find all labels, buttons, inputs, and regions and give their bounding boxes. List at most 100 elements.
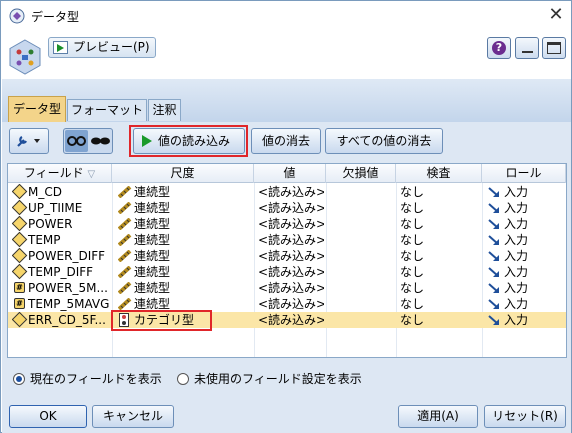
column-header-check[interactable]: 検査	[396, 164, 482, 183]
cell-missing[interactable]	[326, 280, 396, 296]
table-row[interactable]: TEMP_DIFF 連続型 <読み込み> なし 入力	[8, 264, 566, 280]
tab-annotations[interactable]: 注釈	[148, 99, 181, 121]
cell-missing[interactable]	[326, 264, 396, 280]
column-header-role[interactable]: ロール	[482, 164, 566, 183]
cell-values[interactable]: <読み込み>	[258, 280, 324, 296]
measure-value: 連続型	[134, 185, 171, 199]
column-header-measure[interactable]: 尺度	[112, 164, 254, 183]
cell-missing[interactable]	[326, 296, 396, 312]
cell-values[interactable]: <読み込み>	[258, 200, 324, 216]
table-row[interactable]: # POWER_5M... 連続型 <読み込み> なし 入力	[8, 280, 566, 296]
cell-field[interactable]: TEMP_DIFF	[12, 264, 110, 280]
field-name: M_CD	[28, 185, 62, 199]
cell-check[interactable]: なし	[400, 216, 480, 232]
cell-check[interactable]: なし	[400, 232, 480, 248]
cell-role[interactable]: 入力	[486, 280, 564, 296]
cell-check[interactable]: なし	[400, 184, 480, 200]
ruler-icon	[118, 186, 132, 198]
input-role-icon	[488, 283, 499, 293]
cell-values[interactable]: <読み込み>	[258, 232, 324, 248]
cell-role[interactable]: 入力	[486, 200, 564, 216]
cell-values[interactable]: <読み込み>	[258, 264, 324, 280]
unlink-view-toggle[interactable]	[89, 130, 112, 152]
column-header-values[interactable]: 値	[254, 164, 326, 183]
cell-missing[interactable]	[326, 248, 396, 264]
cell-role[interactable]: 入力	[486, 248, 564, 264]
input-role-icon	[488, 315, 499, 325]
cell-role[interactable]: 入力	[486, 296, 564, 312]
cell-values[interactable]: <読み込み>	[258, 184, 324, 200]
preview-button[interactable]: プレビュー(P)	[48, 37, 156, 58]
table-row[interactable]: # TEMP_5MAVG 連続型 <読み込み> なし 入力	[8, 296, 566, 312]
field-icon	[12, 200, 28, 216]
reset-button[interactable]: リセット(R)	[484, 405, 566, 428]
cell-role[interactable]: 入力	[486, 184, 564, 200]
cell-measure[interactable]: 連続型	[116, 232, 252, 248]
cell-field[interactable]: ERR_CD_5F...	[12, 312, 110, 328]
cell-field[interactable]: TEMP	[12, 232, 110, 248]
cell-measure[interactable]: 連続型	[116, 248, 252, 264]
show-unused-fields-radio[interactable]: 未使用のフィールド設定を表示	[177, 372, 362, 386]
table-row[interactable]: TEMP 連続型 <読み込み> なし 入力	[8, 232, 566, 248]
cell-values[interactable]: <読み込み>	[258, 296, 324, 312]
link-view-toggle[interactable]	[65, 130, 88, 152]
table-row[interactable]: POWER 連続型 <読み込み> なし 入力	[8, 216, 566, 232]
clear-all-values-button[interactable]: すべての値の消去	[325, 128, 443, 154]
ok-button[interactable]: OK	[9, 405, 87, 428]
cell-missing[interactable]	[326, 200, 396, 216]
cell-role[interactable]: 入力	[486, 216, 564, 232]
cell-measure[interactable]: 連続型	[116, 280, 252, 296]
cell-check[interactable]: なし	[400, 296, 480, 312]
help-icon: ?	[492, 41, 506, 55]
cell-missing[interactable]	[326, 312, 396, 328]
column-header-field[interactable]: フィールド ▽	[8, 164, 112, 183]
cell-check[interactable]: なし	[400, 248, 480, 264]
cell-field[interactable]: POWER	[12, 216, 110, 232]
cell-check[interactable]: なし	[400, 280, 480, 296]
cell-measure[interactable]: 連続型	[116, 264, 252, 280]
cell-role[interactable]: 入力	[486, 232, 564, 248]
maximize-button[interactable]	[542, 37, 566, 59]
cell-field[interactable]: # POWER_5M...	[12, 280, 110, 296]
help-button[interactable]: ?	[487, 37, 511, 59]
cell-check[interactable]: なし	[400, 200, 480, 216]
apply-button[interactable]: 適用(A)	[398, 405, 478, 428]
tab-data-type[interactable]: データ型	[8, 96, 66, 122]
cell-field[interactable]: # TEMP_5MAVG	[12, 296, 110, 312]
table-row[interactable]: M_CD 連続型 <読み込み> なし 入力	[8, 184, 566, 200]
cell-missing[interactable]	[326, 184, 396, 200]
cell-check[interactable]: なし	[400, 312, 480, 328]
field-icon	[12, 216, 28, 232]
cell-check[interactable]: なし	[400, 264, 480, 280]
show-current-fields-radio[interactable]: 現在のフィールドを表示	[13, 372, 162, 386]
cell-missing[interactable]	[326, 216, 396, 232]
table-row[interactable]: UP_TIIME 連続型 <読み込み> なし 入力	[8, 200, 566, 216]
cell-values[interactable]: <読み込み>	[258, 216, 324, 232]
cell-measure[interactable]: 連続型	[116, 216, 252, 232]
cancel-button[interactable]: キャンセル	[92, 405, 174, 428]
minimize-button[interactable]	[515, 37, 539, 59]
cell-values[interactable]: <読み込み>	[258, 312, 324, 328]
tab-format[interactable]: フォーマット	[67, 99, 147, 121]
clear-values-button[interactable]: 値の消去	[251, 128, 321, 154]
field-name: TEMP	[28, 233, 61, 247]
fields-table: フィールド ▽ 尺度 値 欠損値 検査 ロール M_CD 連続型 <読み込み> なし入…	[7, 163, 567, 358]
cell-missing[interactable]	[326, 232, 396, 248]
view-toggle-group	[63, 128, 113, 154]
cell-role[interactable]: 入力	[486, 264, 564, 280]
role-value: 入力	[504, 233, 529, 247]
table-row[interactable]: POWER_DIFF 連続型 <読み込み> なし 入力	[8, 248, 566, 264]
close-icon[interactable]: ✕	[545, 4, 567, 26]
column-header-missing[interactable]: 欠損値	[326, 164, 396, 183]
field-icon	[12, 232, 28, 248]
cell-field[interactable]: UP_TIIME	[12, 200, 110, 216]
cell-role[interactable]: 入力	[486, 312, 564, 328]
cell-field[interactable]: POWER_DIFF	[12, 248, 110, 264]
cell-values[interactable]: <読み込み>	[258, 248, 324, 264]
role-value: 入力	[504, 217, 529, 231]
tools-menu-button[interactable]	[9, 128, 49, 154]
cell-measure[interactable]: 連続型	[116, 184, 252, 200]
cell-field[interactable]: M_CD	[12, 184, 110, 200]
table-row[interactable]: ERR_CD_5F... カテゴリ型 <読み込み> なし 入力	[8, 312, 566, 328]
cell-measure[interactable]: 連続型	[116, 200, 252, 216]
